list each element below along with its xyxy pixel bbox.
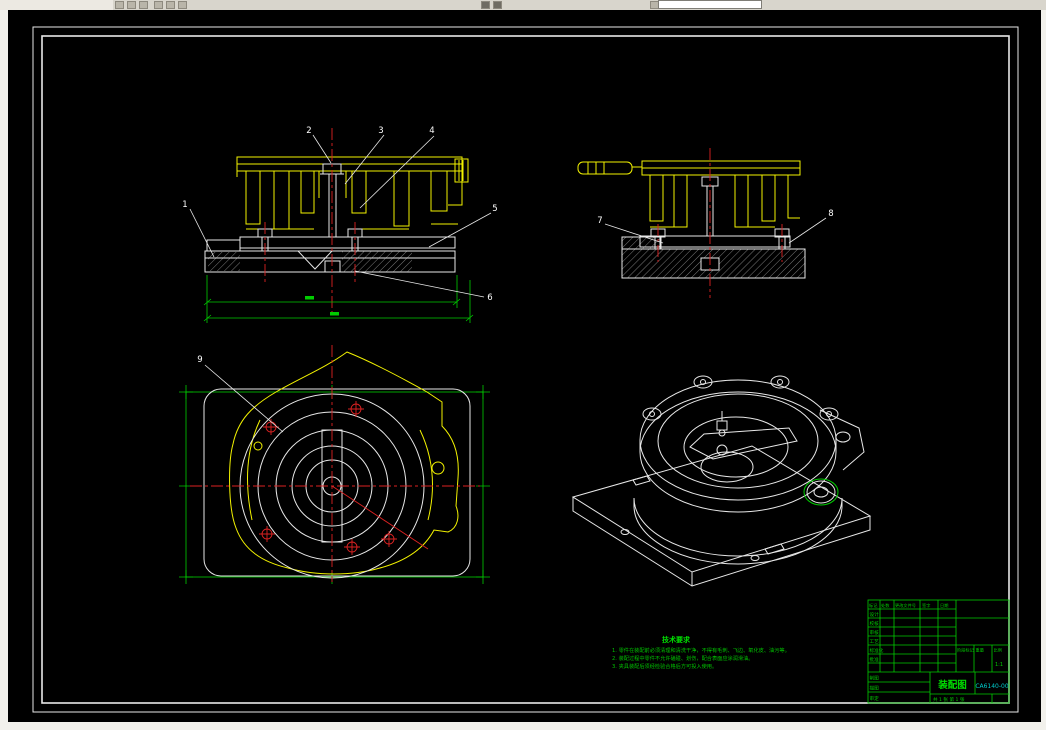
view-plan[interactable]: 9	[179, 345, 490, 584]
tb-stage-cell: 重量	[976, 647, 984, 654]
tb-bottom-row: 审定	[870, 695, 880, 702]
callout-9[interactable]: 9	[197, 355, 202, 365]
toolbar-icon[interactable]	[139, 1, 148, 9]
title-block[interactable]: 标记 处数 更改文件号 签字 日期 设计 校核 审核 工艺 标准化 批准 阶段标…	[867, 599, 1010, 704]
toolbar-icon[interactable]	[481, 1, 490, 9]
tb-sign-row: 批准	[870, 656, 880, 663]
tb-drawing-code: CA6140-00	[975, 683, 1009, 690]
toolbar-icon[interactable]	[166, 1, 175, 9]
callout-8[interactable]: 8	[828, 209, 833, 219]
view-side-section[interactable]: 7 8	[577, 148, 834, 298]
toolbar-icon[interactable]	[493, 1, 502, 9]
callout-7[interactable]: 7	[597, 216, 602, 226]
drawing-canvas[interactable]: 1 2 3 4 5 6 7 8 9 技术要求 1. 零件在装配前必须清理和清洗干…	[8, 10, 1041, 722]
toolbar-combobox[interactable]	[658, 0, 762, 9]
notes-line: 3. 夹具装配后须经检验合格后方可投入使用。	[612, 662, 717, 670]
notes-line: 2. 装配过程中零件不允许磕碰、划伤，配合表面应涂润滑油。	[612, 654, 753, 662]
callout-5[interactable]: 5	[492, 204, 497, 214]
toolbar-icon[interactable]	[178, 1, 187, 9]
tech-notes[interactable]: 技术要求 1. 零件在装配前必须清理和清洗干净，不得有毛刺、飞边、氧化皮、油污等…	[612, 635, 790, 670]
callout-6[interactable]: 6	[487, 293, 492, 303]
view-isometric[interactable]	[571, 375, 872, 587]
tb-header-cell: 更改文件号	[895, 602, 916, 609]
tb-sign-row: 工艺	[870, 639, 880, 645]
tb-header-cell: 日期	[940, 603, 948, 609]
tb-bottom-row: 描图	[870, 685, 880, 692]
notes-line: 1. 零件在装配前必须清理和清洗干净，不得有毛刺、飞边、氧化皮、油污等。	[612, 646, 790, 654]
callout-4[interactable]: 4	[429, 126, 434, 136]
tb-sign-row: 标准化	[870, 647, 884, 654]
app-window: 1 2 3 4 5 6 7 8 9 技术要求 1. 零件在装配前必须清理和清洗干…	[0, 0, 1046, 730]
tb-header-cell: 标记	[869, 602, 878, 609]
tb-sign-row: 设计	[870, 611, 880, 618]
callout-3[interactable]: 3	[378, 126, 383, 136]
tb-sign-row: 校核	[870, 620, 880, 627]
notes-title: 技术要求	[662, 635, 691, 644]
tb-scale-value: 1:1	[995, 662, 1003, 668]
tb-header-cell: 签字	[922, 602, 930, 608]
toolbar-icon[interactable]	[127, 1, 136, 9]
tb-stage-cell: 比例	[994, 647, 1002, 654]
tb-stage-cell: 阶段标记	[957, 647, 975, 654]
tb-drawing-name: 装配图	[937, 679, 967, 691]
toolbar-left-area	[0, 0, 113, 10]
callout-2[interactable]: 2	[306, 126, 311, 136]
toolbar-icon[interactable]	[115, 1, 124, 9]
view-front-section[interactable]: 1 2 3 4 5 6	[182, 126, 498, 323]
toolbar	[0, 0, 1046, 10]
tb-bottom-row: 制图	[870, 675, 880, 682]
callout-1[interactable]: 1	[182, 200, 187, 210]
tb-sign-row: 审核	[870, 629, 880, 636]
tb-header-cell: 处数	[881, 602, 890, 609]
tb-sheet-info: 共 1 张 第 1 张	[933, 696, 965, 703]
toolbar-icon[interactable]	[154, 1, 163, 9]
